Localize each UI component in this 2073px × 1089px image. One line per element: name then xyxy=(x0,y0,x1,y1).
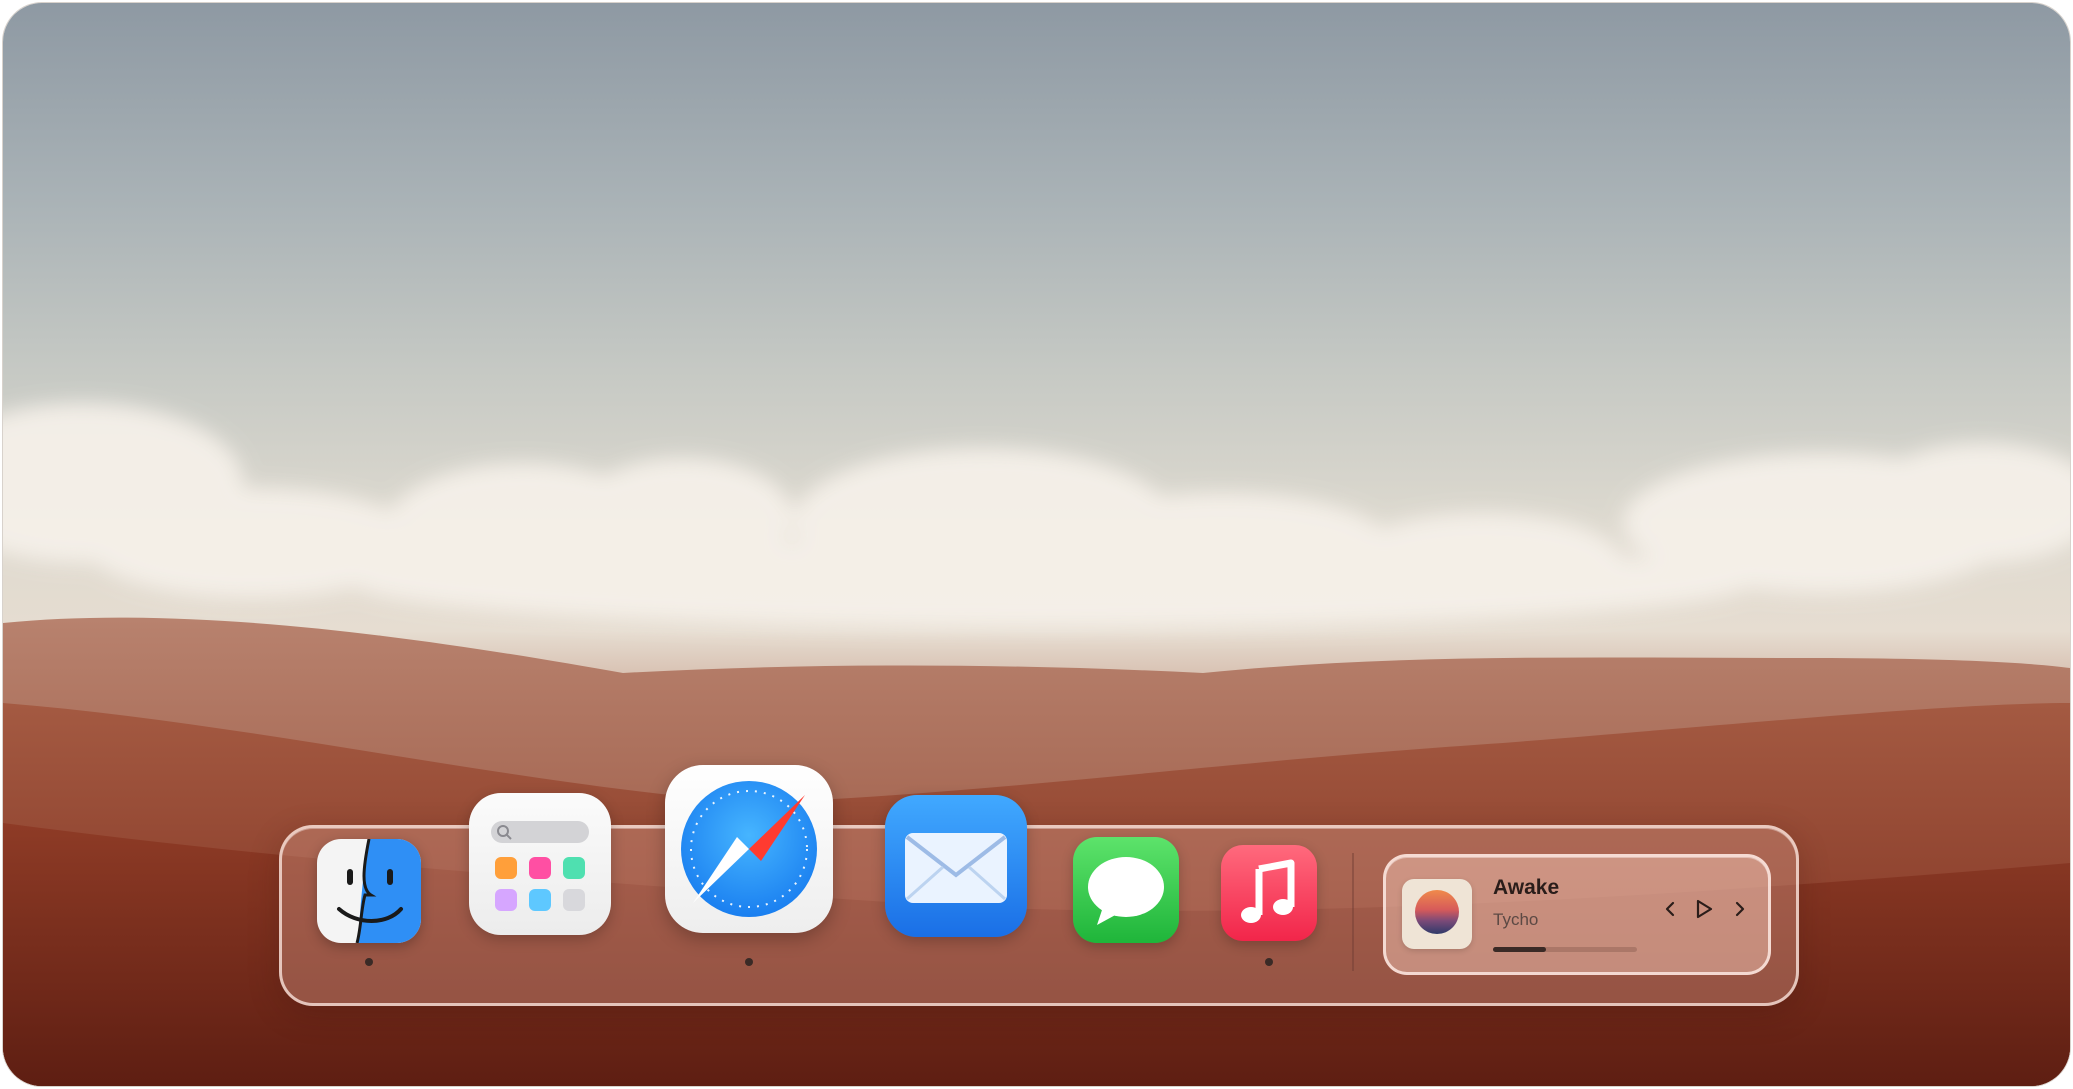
launchpad-icon[interactable] xyxy=(469,793,611,935)
chevron-left-icon xyxy=(1665,901,1675,917)
play-icon xyxy=(1696,899,1713,919)
safari-running-indicator xyxy=(745,958,753,966)
next-track-button[interactable] xyxy=(1726,893,1754,925)
previous-track-button[interactable] xyxy=(1656,893,1684,925)
play-button[interactable] xyxy=(1690,893,1718,925)
finder-running-indicator xyxy=(365,958,373,966)
chevron-right-icon xyxy=(1735,901,1745,917)
launchpad-search-glyph xyxy=(491,821,589,843)
dock-divider xyxy=(1352,853,1354,971)
desktop: Awake Tycho xyxy=(2,2,2071,1087)
messages-icon[interactable] xyxy=(1073,837,1179,943)
mail-icon[interactable] xyxy=(885,795,1027,937)
playback-progress-fill xyxy=(1493,947,1547,952)
track-title: Awake xyxy=(1493,876,1560,899)
now-playing-widget[interactable]: Awake Tycho xyxy=(1383,854,1771,975)
finder-icon[interactable] xyxy=(317,839,421,943)
safari-icon[interactable] xyxy=(665,765,833,933)
playback-progress-bar[interactable] xyxy=(1493,947,1637,952)
album-artwork[interactable] xyxy=(1402,879,1472,949)
music-icon[interactable] xyxy=(1221,845,1317,941)
track-artist: Tycho xyxy=(1493,910,1539,929)
music-running-indicator xyxy=(1265,958,1273,966)
